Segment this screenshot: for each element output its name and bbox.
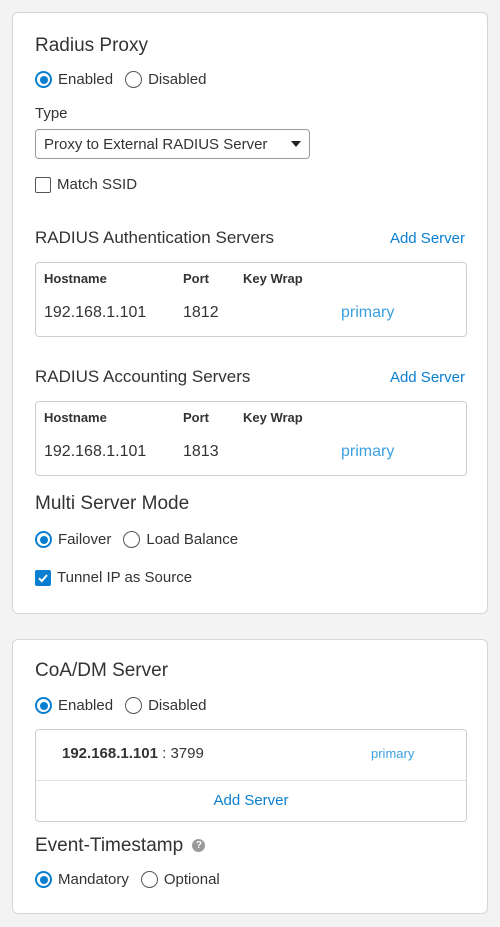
tunnel-ip-checkbox[interactable] [35,569,51,586]
type-label: Type [35,105,68,122]
radius-proxy-card: Radius Proxy Enabled Disabled Type Proxy… [12,12,488,614]
add-auth-server-link[interactable]: Add Server [390,230,465,247]
tunnel-ip-row: Tunnel IP as Source [35,569,192,586]
failover-radio[interactable] [35,531,52,548]
col-key-wrap: Key Wrap [243,271,303,286]
match-ssid-label[interactable]: Match SSID [57,176,137,193]
divider [36,780,466,781]
failover-label[interactable]: Failover [58,531,111,548]
auth-servers-title: RADIUS Authentication Servers [35,228,275,247]
add-acct-server-link[interactable]: Add Server [390,369,465,386]
coa-server-entry[interactable]: 192.168.1.101 : 3799 [62,745,204,762]
enabled-radio[interactable] [35,71,52,88]
chevron-down-icon [291,141,301,147]
event-timestamp-label: Event-Timestamp [35,835,184,856]
event-timestamp-group: Mandatory Optional [35,871,220,888]
coa-disabled-radio[interactable] [125,697,143,714]
acct-row-port: 1813 [183,443,219,460]
coa-enabled-radio[interactable] [35,697,52,714]
mandatory-radio[interactable] [35,871,52,888]
col-port: Port [183,271,209,286]
acct-servers-table: Hostname Port Key Wrap 192.168.1.101 181… [35,401,467,476]
type-select[interactable]: Proxy to External RADIUS Server [35,129,310,159]
type-select-value: Proxy to External RADIUS Server [44,135,268,153]
enabled-label[interactable]: Enabled [58,71,113,88]
disabled-radio[interactable] [125,71,143,88]
check-icon [38,573,48,582]
optional-radio[interactable] [140,871,158,888]
event-timestamp-title: Event-Timestamp ? [35,835,206,857]
auth-row-port: 1812 [183,304,219,321]
coa-server-primary[interactable]: primary [371,746,414,761]
coa-enabled-label[interactable]: Enabled [58,697,113,714]
optional-label[interactable]: Optional [164,871,220,888]
match-ssid-row: Match SSID [35,176,137,193]
load-balance-radio[interactable] [123,531,141,548]
auth-row-primary[interactable]: primary [341,304,394,322]
match-ssid-checkbox[interactable] [35,176,51,193]
auth-row-hostname: 192.168.1.101 [44,304,147,321]
col-port: Port [183,410,209,425]
coa-disabled-label[interactable]: Disabled [148,697,206,714]
acct-row-hostname: 192.168.1.101 [44,443,147,460]
help-icon[interactable]: ? [192,839,206,853]
load-balance-label[interactable]: Load Balance [146,531,238,548]
acct-servers-title: RADIUS Accounting Servers [35,367,251,386]
coa-server-host: 192.168.1.101 [62,745,158,762]
coa-server-list: 192.168.1.101 : 3799 primary Add Server [35,729,467,822]
coa-server-port: : 3799 [157,745,204,762]
disabled-label[interactable]: Disabled [148,71,206,88]
coa-dm-card: CoA/DM Server Enabled Disabled 192.168.1… [12,639,488,914]
coa-dm-state-group: Enabled Disabled [35,697,206,714]
tunnel-ip-label[interactable]: Tunnel IP as Source [57,569,192,586]
coa-dm-title: CoA/DM Server [35,660,169,681]
col-hostname: Hostname [44,410,107,425]
multi-server-mode-group: Failover Load Balance [35,531,238,548]
multi-server-mode-title: Multi Server Mode [35,493,190,514]
auth-servers-table: Hostname Port Key Wrap 192.168.1.101 181… [35,262,467,337]
acct-row-primary[interactable]: primary [341,443,394,461]
radius-proxy-state-group: Enabled Disabled [35,71,206,88]
col-key-wrap: Key Wrap [243,410,303,425]
radius-proxy-title: Radius Proxy [35,35,148,56]
col-hostname: Hostname [44,271,107,286]
coa-add-server-button[interactable]: Add Server [36,792,466,809]
mandatory-label[interactable]: Mandatory [58,871,129,888]
